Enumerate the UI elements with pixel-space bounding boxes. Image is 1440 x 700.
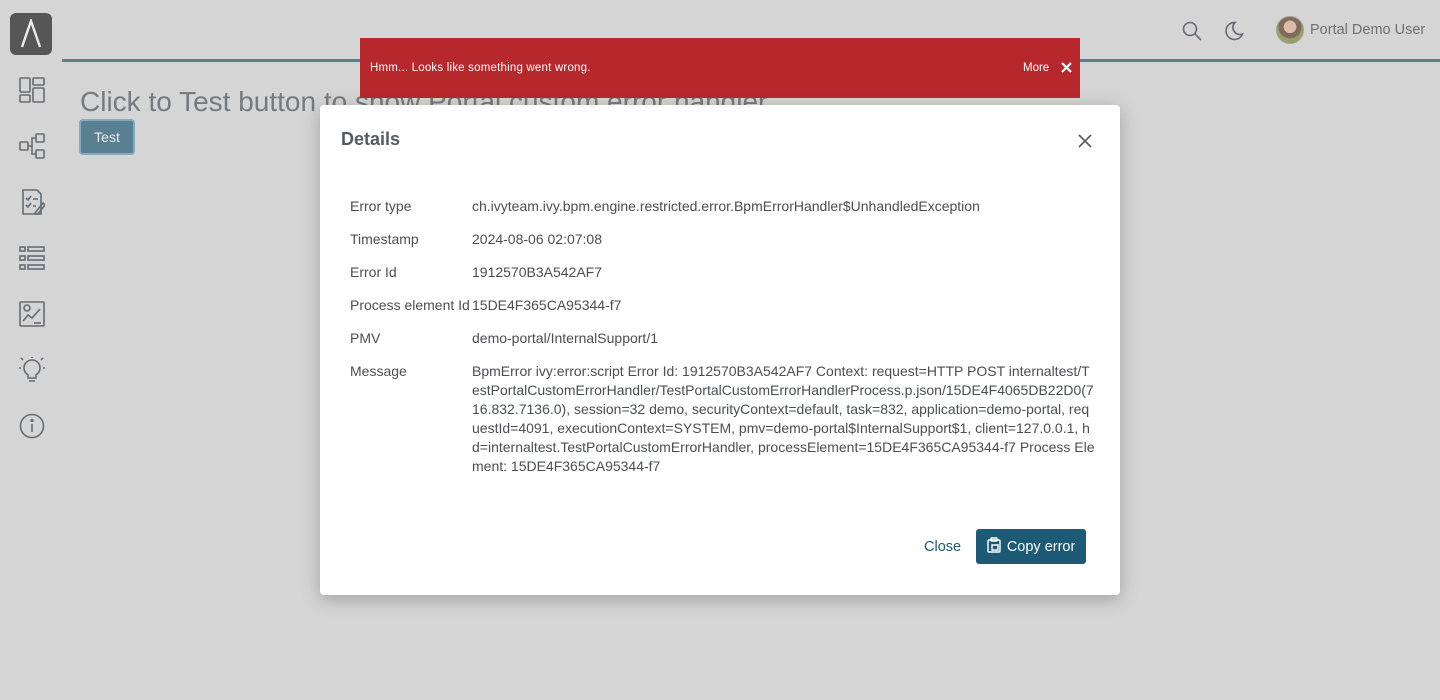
detail-row-timestamp: Timestamp 2024-08-06 02:07:08 (350, 230, 1095, 249)
detail-value: 1912570B3A542AF7 (472, 264, 602, 280)
detail-row-error-id: Error Id 1912570B3A542AF7 (350, 263, 1095, 282)
detail-value: 15DE4F365CA95344-f7 (472, 297, 622, 313)
detail-row-message: Message BpmError ivy:error:script Error … (350, 362, 1095, 476)
detail-label: Timestamp (350, 231, 419, 247)
detail-label: Error Id (350, 264, 397, 280)
detail-value: 2024-08-06 02:07:08 (472, 231, 602, 247)
growl-message: Hmm... Looks like something went wrong. (370, 62, 591, 74)
dialog-footer: Close Copy error (924, 529, 1087, 564)
close-icon[interactable] (1059, 60, 1073, 74)
detail-row-process-element-id: Process element Id 15DE4F365CA95344-f7 (350, 296, 1095, 315)
detail-label: Error type (350, 198, 412, 214)
detail-label: Message (350, 363, 407, 379)
dialog-title: Details (341, 129, 401, 149)
detail-label: PMV (350, 330, 381, 346)
detail-value: ch.ivyteam.ivy.bpm.engine.restricted.err… (472, 198, 980, 214)
detail-row-pmv: PMV demo-portal/InternalSupport/1 (350, 329, 1095, 348)
detail-value: demo-portal/InternalSupport/1 (472, 330, 658, 346)
dialog-close-icon[interactable] (1075, 131, 1095, 151)
detail-label: Process element Id (350, 297, 470, 313)
error-details: Error type ch.ivyteam.ivy.bpm.engine.res… (350, 197, 1095, 490)
detail-row-error-type: Error type ch.ivyteam.ivy.bpm.engine.res… (350, 197, 1095, 216)
error-growl: Hmm... Looks like something went wrong. … (360, 38, 1080, 98)
clipboard-icon (987, 536, 1001, 557)
growl-more-link[interactable]: More (1023, 62, 1049, 74)
copy-error-button[interactable]: Copy error (976, 529, 1087, 564)
details-dialog: Details Error type ch.ivyteam.ivy.bpm.en… (320, 105, 1120, 595)
close-button[interactable]: Close (924, 539, 961, 555)
copy-error-label: Copy error (1006, 538, 1076, 555)
detail-value: BpmError ivy:error:script Error Id: 1912… (472, 363, 1095, 474)
